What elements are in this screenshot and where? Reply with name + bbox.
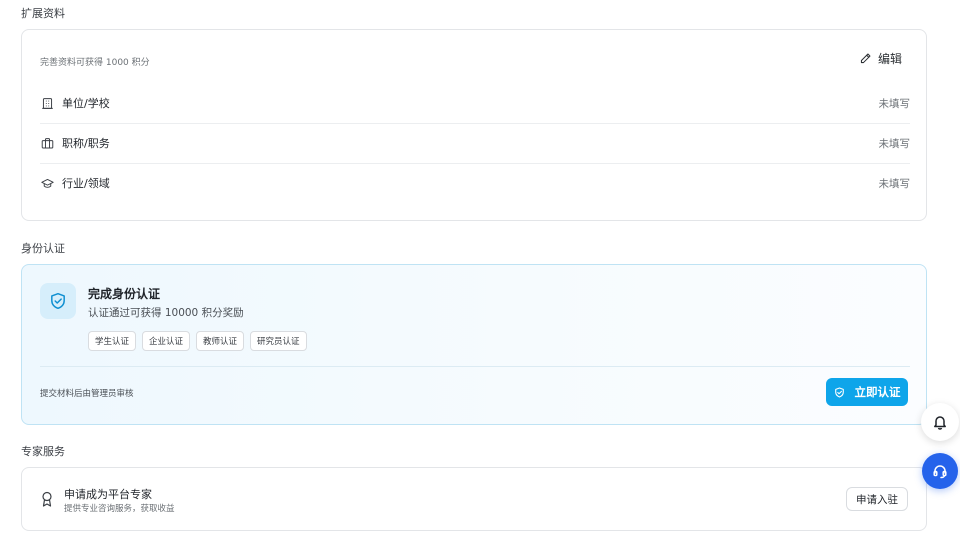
expert-card: 申请成为平台专家 提供专业咨询服务，获取收益 申请入驻	[21, 467, 927, 531]
extended-hint: 完善资料可获得 1000 积分	[40, 58, 150, 68]
ext-row-label: 行业/领域	[62, 177, 110, 190]
extended-profile-card: 完善资料可获得 1000 积分 编辑 单位/学校 未填写 职称/职务 未填写 行…	[21, 29, 927, 221]
pencil-icon	[860, 53, 871, 64]
tag-enterprise: 企业认证	[142, 331, 191, 351]
verification-section-title: 身份认证	[21, 242, 65, 255]
ext-row-industry[interactable]: 行业/领域 未填写	[40, 163, 910, 203]
ext-row-label: 职称/职务	[62, 137, 110, 150]
shield-icon	[834, 386, 844, 398]
edit-button[interactable]: 编辑	[859, 50, 902, 67]
verification-title: 完成身份认证	[88, 287, 161, 301]
verification-tags: 学生认证 企业认证 教师认证 研究员认证	[88, 331, 307, 351]
briefcase-icon	[40, 136, 54, 150]
tag-researcher: 研究员认证	[250, 331, 307, 351]
shield-check-icon	[40, 283, 76, 319]
headset-icon	[933, 465, 947, 479]
ext-row-label: 单位/学校	[62, 97, 110, 110]
verify-now-button[interactable]: 立即认证	[826, 378, 908, 406]
graduation-cap-icon	[40, 176, 54, 190]
customer-support-button[interactable]	[922, 453, 958, 489]
ext-row-organization[interactable]: 单位/学校 未填写	[40, 83, 910, 123]
expert-section-title: 专家服务	[21, 445, 65, 458]
divider	[40, 366, 910, 367]
bell-icon	[934, 416, 946, 430]
verification-note: 提交材料后由管理员审核	[40, 389, 134, 399]
verification-card: 完成身份认证 认证通过可获得 10000 积分奖励 学生认证 企业认证 教师认证…	[21, 264, 927, 425]
notification-button[interactable]	[921, 403, 959, 441]
ext-row-title[interactable]: 职称/职务 未填写	[40, 123, 910, 163]
tag-teacher: 教师认证	[196, 331, 245, 351]
expert-subtitle: 提供专业咨询服务，获取收益	[64, 504, 175, 514]
ext-row-value: 未填写	[878, 177, 911, 190]
tag-student: 学生认证	[88, 331, 137, 351]
verify-now-label: 立即认证	[854, 387, 901, 399]
verification-subtitle: 认证通过可获得 10000 积分奖励	[88, 307, 244, 319]
extended-section-title: 扩展资料	[21, 7, 65, 20]
award-icon	[42, 491, 52, 507]
edit-label: 编辑	[877, 52, 902, 66]
building-icon	[40, 96, 54, 110]
expert-title: 申请成为平台专家	[64, 488, 152, 501]
ext-row-value: 未填写	[878, 97, 911, 110]
ext-row-value: 未填写	[878, 137, 911, 150]
apply-join-button[interactable]: 申请入驻	[846, 487, 908, 511]
